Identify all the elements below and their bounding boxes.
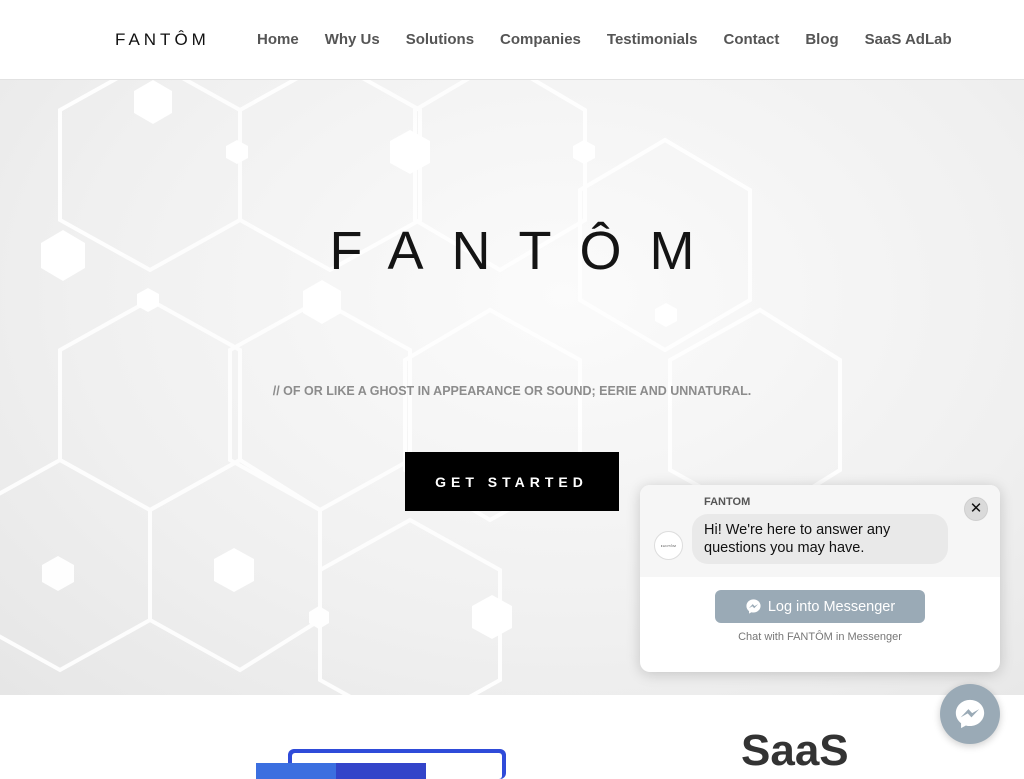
nav-companies[interactable]: Companies bbox=[500, 30, 581, 50]
nav-solutions[interactable]: Solutions bbox=[406, 30, 474, 50]
chat-header: FANTOM FANTÔM Hi! We're here to answer a… bbox=[640, 485, 1000, 577]
messenger-icon bbox=[746, 599, 761, 614]
nav-testimonials[interactable]: Testimonials bbox=[607, 30, 698, 50]
chat-avatar: FANTÔM bbox=[654, 531, 683, 560]
close-icon[interactable]: ✕ bbox=[964, 497, 988, 521]
messenger-launcher-button[interactable] bbox=[940, 684, 1000, 744]
site-header: FANTÔM Home Why Us Solutions Companies T… bbox=[0, 0, 1024, 80]
device-mockup-image bbox=[256, 749, 506, 779]
log-into-messenger-button[interactable]: Log into Messenger bbox=[715, 590, 925, 623]
nav-contact[interactable]: Contact bbox=[723, 30, 779, 50]
nav-blog[interactable]: Blog bbox=[805, 30, 838, 50]
messenger-icon bbox=[955, 699, 985, 729]
chat-sender-name: FANTOM bbox=[704, 496, 751, 508]
hero-brand-title: FANTÔM bbox=[329, 221, 723, 281]
nav-why-us[interactable]: Why Us bbox=[325, 30, 380, 50]
messenger-chat-widget: FANTOM FANTÔM Hi! We're here to answer a… bbox=[640, 485, 1000, 672]
get-started-button[interactable]: GET STARTED bbox=[405, 452, 619, 511]
site-logo[interactable]: FANTÔM bbox=[115, 30, 210, 50]
hero-tagline: // OF OR LIKE A GHOST IN APPEARANCE OR S… bbox=[272, 384, 752, 398]
main-nav: Home Why Us Solutions Companies Testimon… bbox=[257, 30, 952, 50]
log-into-messenger-label: Log into Messenger bbox=[767, 598, 896, 615]
saas-section: SaaS bbox=[0, 695, 1024, 779]
chat-footer-text: Chat with FANTÔM in Messenger bbox=[738, 631, 902, 643]
nav-saas-adlab[interactable]: SaaS AdLab bbox=[865, 30, 952, 50]
saas-heading: SaaS bbox=[741, 726, 849, 775]
chat-message-bubble: Hi! We're here to answer any questions y… bbox=[692, 514, 948, 564]
nav-home[interactable]: Home bbox=[257, 30, 299, 50]
